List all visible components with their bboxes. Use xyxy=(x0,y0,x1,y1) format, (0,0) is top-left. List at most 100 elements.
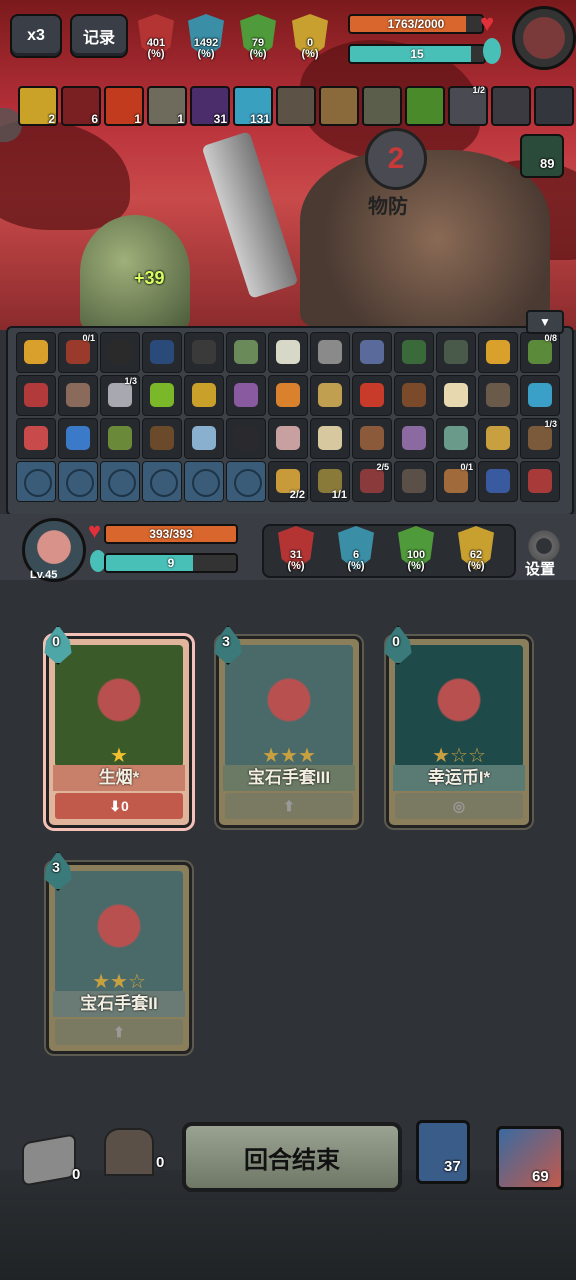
relic-slot[interactable] xyxy=(394,418,434,459)
collapse-relics-button[interactable]: ▼ xyxy=(526,310,564,334)
beast-icon[interactable] xyxy=(491,86,531,126)
relic-slot[interactable] xyxy=(352,332,392,373)
relic-icon xyxy=(318,340,342,364)
relic-slot[interactable] xyxy=(184,418,224,459)
card-name: 生烟* xyxy=(53,765,185,791)
relic-slot[interactable] xyxy=(478,375,518,416)
card-3[interactable]: ★★☆ 宝石手套II ⬆ 3 xyxy=(44,851,192,1054)
locked-icon xyxy=(234,469,262,497)
relic-slot[interactable] xyxy=(16,332,56,373)
locked-relic-slot[interactable] xyxy=(184,461,224,502)
record-button[interactable]: 记录 xyxy=(70,14,128,58)
relic-slot[interactable] xyxy=(394,461,434,502)
relic-slot[interactable]: 1/1 xyxy=(310,461,350,502)
relic-slot[interactable] xyxy=(184,375,224,416)
draw-pile-count: 0 xyxy=(72,1166,81,1183)
relic-slot[interactable] xyxy=(352,375,392,416)
relic-slot[interactable]: 1/3 xyxy=(100,375,140,416)
trap-icon[interactable]: 1/2 xyxy=(448,85,488,126)
relic-slot[interactable] xyxy=(520,375,560,416)
ghost-icon[interactable]: 131 xyxy=(233,86,273,126)
relic-icon xyxy=(24,426,48,450)
relic-slot[interactable]: 0/1 xyxy=(58,332,98,373)
relic-slot[interactable] xyxy=(436,332,476,373)
shadow-icon[interactable] xyxy=(534,86,574,126)
hero-mana-bar: 9 xyxy=(104,553,238,573)
relic-icon xyxy=(276,426,300,450)
deck-icon[interactable] xyxy=(496,1126,564,1190)
hero-stat-defense: 100 (%) xyxy=(394,526,438,572)
relic-slot[interactable] xyxy=(520,461,560,502)
buff-progress: 1/2 xyxy=(472,85,485,95)
locked-icon xyxy=(192,469,220,497)
relic-slot[interactable] xyxy=(100,332,140,373)
relic-icon xyxy=(234,340,258,364)
claw-icon[interactable]: 6 xyxy=(61,86,101,126)
book-icon[interactable] xyxy=(276,86,316,126)
locked-relic-slot[interactable] xyxy=(58,461,98,502)
relic-slot[interactable] xyxy=(184,332,224,373)
relic-slot[interactable]: 2/2 xyxy=(268,461,308,502)
relic-slot[interactable]: 1/3 xyxy=(520,418,560,459)
grave-icon[interactable] xyxy=(104,1128,154,1176)
relic-icon xyxy=(486,340,510,364)
relic-slot[interactable]: 0/8 xyxy=(520,332,560,373)
relic-slot[interactable] xyxy=(142,418,182,459)
potion-icon[interactable] xyxy=(416,1120,470,1184)
relic-icon xyxy=(402,426,426,450)
relic-icon xyxy=(276,340,300,364)
enemy-hp-text: 1763/2000 xyxy=(387,17,445,31)
settings-label[interactable]: 设置 xyxy=(525,558,555,579)
card-1[interactable]: ★★★ 宝石手套III ⬆ 3 xyxy=(214,625,362,828)
enemy-level-badge: 2 xyxy=(365,128,427,190)
relic-slot[interactable] xyxy=(436,418,476,459)
relic-slot[interactable] xyxy=(226,375,266,416)
relic-slot[interactable]: 2/5 xyxy=(352,461,392,502)
locked-relic-slot[interactable] xyxy=(226,461,266,502)
speed-button[interactable]: x3 xyxy=(10,14,62,58)
locked-relic-slot[interactable] xyxy=(100,461,140,502)
demon-icon[interactable]: 1 xyxy=(104,86,144,126)
enemy-portrait[interactable] xyxy=(512,6,576,70)
relic-icon xyxy=(192,383,216,407)
end-turn-button[interactable]: 回合结束 xyxy=(182,1122,402,1192)
relic-slot[interactable] xyxy=(58,418,98,459)
relic-slot[interactable] xyxy=(394,332,434,373)
relic-slot[interactable] xyxy=(16,418,56,459)
relic-slot[interactable] xyxy=(142,332,182,373)
armor-icon[interactable]: 1 xyxy=(147,86,187,126)
relic-slot[interactable] xyxy=(310,418,350,459)
relic-slot[interactable] xyxy=(16,375,56,416)
relic-slot[interactable] xyxy=(100,418,140,459)
relic-slot[interactable] xyxy=(58,375,98,416)
horn-icon[interactable] xyxy=(319,86,359,126)
relic-slot[interactable] xyxy=(478,461,518,502)
relic-slot[interactable] xyxy=(226,332,266,373)
green-gem-icon[interactable] xyxy=(405,86,445,126)
relic-slot[interactable] xyxy=(142,375,182,416)
card-0[interactable]: ★ 生烟* ⬇ 0 0 xyxy=(44,625,192,828)
relic-slot[interactable] xyxy=(310,332,350,373)
locked-relic-slot[interactable] xyxy=(142,461,182,502)
buff-count: 1 xyxy=(134,112,141,126)
relic-slot[interactable] xyxy=(268,418,308,459)
relic-slot[interactable] xyxy=(268,375,308,416)
relic-slot[interactable] xyxy=(268,332,308,373)
relic-slot[interactable] xyxy=(478,332,518,373)
relic-slot[interactable] xyxy=(310,375,350,416)
relic-slot[interactable]: 0/1 xyxy=(436,461,476,502)
relic-slot[interactable] xyxy=(478,418,518,459)
enemy-sprite[interactable] xyxy=(300,150,550,328)
relic-slot[interactable] xyxy=(226,418,266,459)
relic-slot[interactable] xyxy=(352,418,392,459)
relic-slot[interactable] xyxy=(436,375,476,416)
card-2[interactable]: ★☆☆ 幸运币I* ◎ 0 xyxy=(384,625,532,828)
relic-slot[interactable] xyxy=(394,375,434,416)
lightning-icon[interactable]: 2 xyxy=(18,86,58,126)
buff-row: 2 6 1 1 31 131 1/2 xyxy=(18,85,574,126)
locked-relic-slot[interactable] xyxy=(16,461,56,502)
hero-level: Lv.45 xyxy=(30,569,58,581)
hood-icon[interactable]: 31 xyxy=(190,86,230,126)
enemy-stat-crit: 0 (%) xyxy=(288,14,332,60)
warrior-icon[interactable] xyxy=(362,86,402,126)
